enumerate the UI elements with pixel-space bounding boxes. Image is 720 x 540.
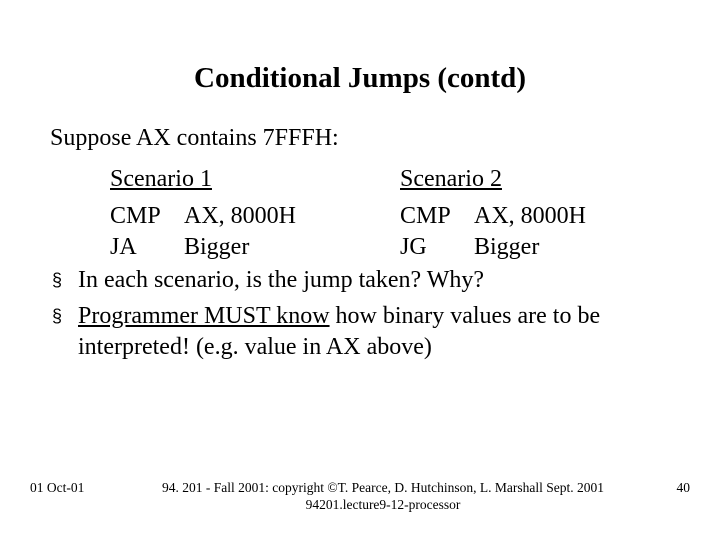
bullet-icon: § [50, 301, 78, 364]
s2-line1-mnemonic: CMP [400, 203, 474, 230]
bullet-1: § In each scenario, is the jump taken? W… [50, 265, 670, 297]
bullet-2: § Programmer MUST know how binary values… [50, 301, 670, 364]
footer-date: 01 Oct-01 [0, 480, 108, 496]
bullet-2-text: Programmer MUST know how binary values a… [78, 301, 670, 364]
s1-line1-mnemonic: CMP [110, 203, 184, 230]
indent-spacer [50, 234, 110, 261]
scenario-headings-row: Scenario 1 Scenario 2 [50, 166, 670, 193]
bullet-icon: § [50, 265, 78, 297]
footer-line2: 94201.lecture9-12-processor [108, 497, 658, 514]
code-row-1: CMP AX, 8000H CMP AX, 8000H [50, 203, 670, 230]
suppose-line: Suppose AX contains 7FFFH: [50, 125, 670, 152]
scenario-1-heading: Scenario 1 [110, 166, 212, 192]
footer-page-number: 40 [658, 480, 720, 496]
s2-line2-operand: Bigger [474, 234, 539, 261]
s2-line1-operand: AX, 8000H [474, 203, 586, 230]
indent-spacer [50, 166, 110, 193]
s1-line2-mnemonic: JA [110, 234, 184, 261]
slide: Conditional Jumps (contd) Suppose AX con… [0, 0, 720, 540]
slide-footer: 01 Oct-01 94. 201 - Fall 2001: copyright… [0, 480, 720, 514]
s2-line2-mnemonic: JG [400, 234, 474, 261]
s1-line2-operand: Bigger [184, 234, 249, 261]
indent-spacer [50, 203, 110, 230]
footer-line1: 94. 201 - Fall 2001: copyright ©T. Pearc… [108, 480, 658, 497]
s1-line1-operand: AX, 8000H [184, 203, 296, 230]
bullet-1-text: In each scenario, is the jump taken? Why… [78, 265, 670, 297]
bullet-2-underlined: Programmer MUST know [78, 303, 330, 329]
slide-title: Conditional Jumps (contd) [50, 62, 670, 95]
bullet-list: § In each scenario, is the jump taken? W… [50, 265, 670, 364]
code-row-2: JA Bigger JG Bigger [50, 234, 670, 261]
footer-center: 94. 201 - Fall 2001: copyright ©T. Pearc… [108, 480, 658, 514]
scenario-2-heading: Scenario 2 [400, 166, 502, 192]
